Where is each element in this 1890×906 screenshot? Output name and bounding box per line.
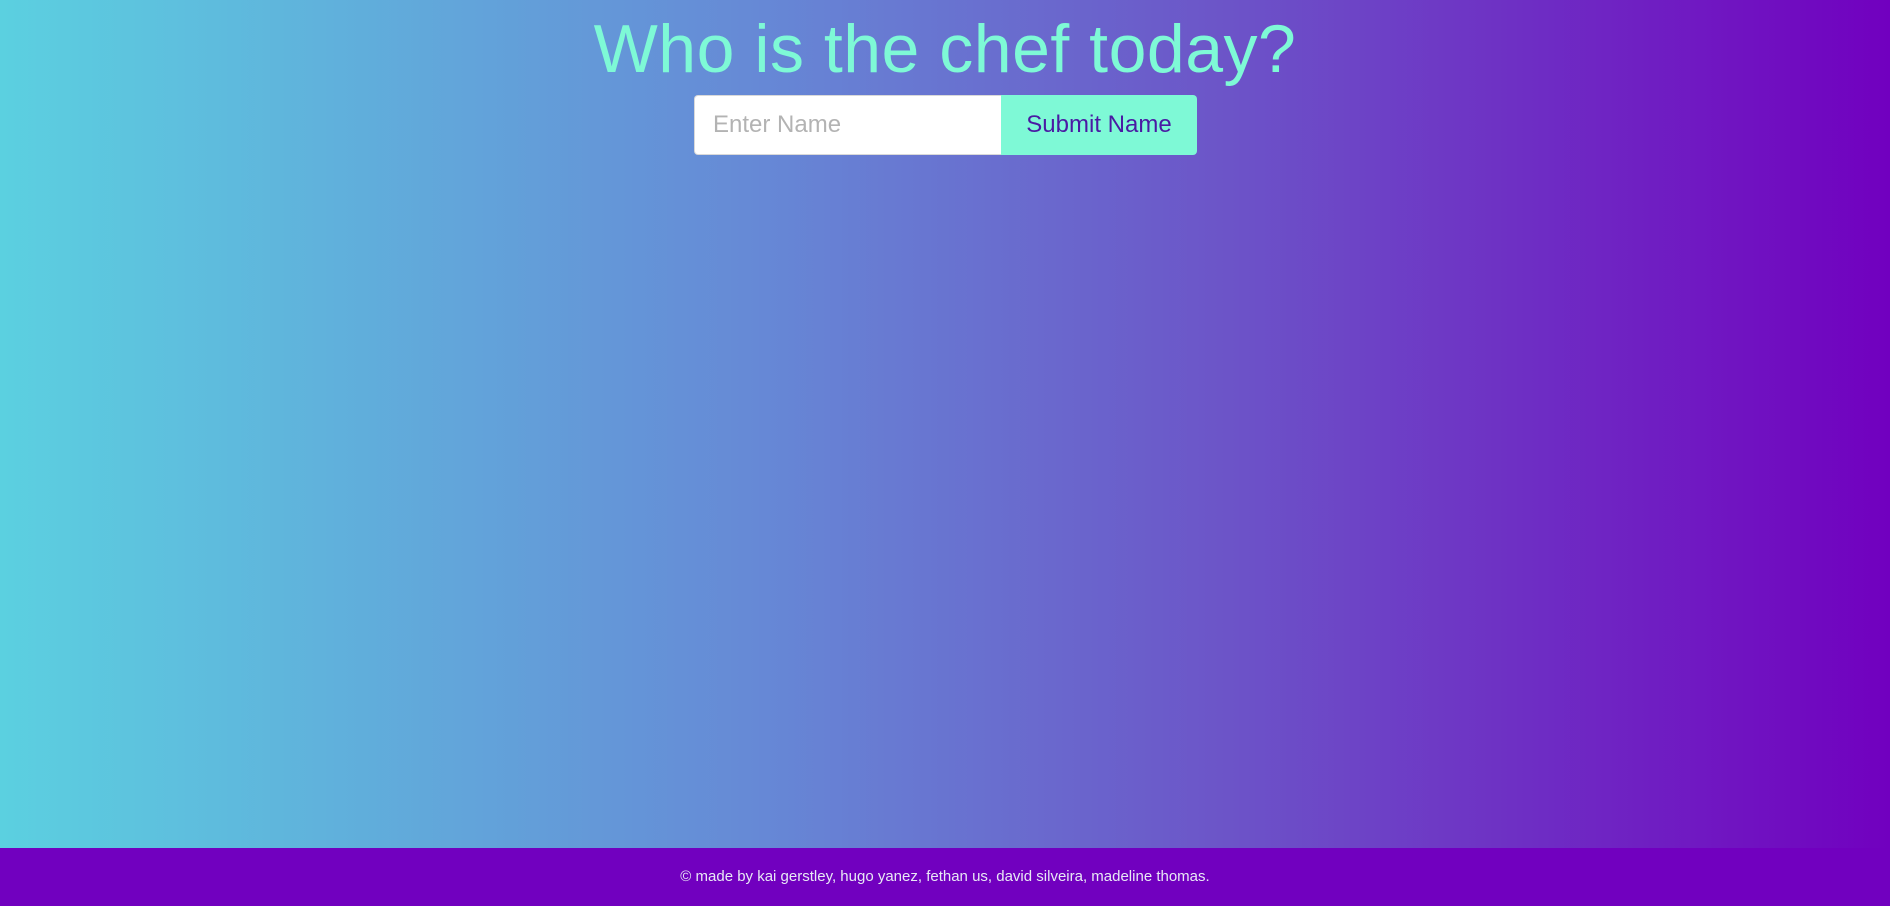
footer-credits: © made by kai gerstley, hugo yanez, feth…: [680, 868, 1210, 885]
submit-name-button[interactable]: Submit Name: [1001, 95, 1197, 155]
page-title: Who is the chef today?: [593, 11, 1297, 87]
main-content: Who is the chef today? Submit Name: [0, 0, 1890, 848]
footer: © made by kai gerstley, hugo yanez, feth…: [0, 848, 1890, 906]
chef-name-form: Submit Name: [694, 95, 1197, 155]
name-input[interactable]: [694, 95, 1001, 155]
